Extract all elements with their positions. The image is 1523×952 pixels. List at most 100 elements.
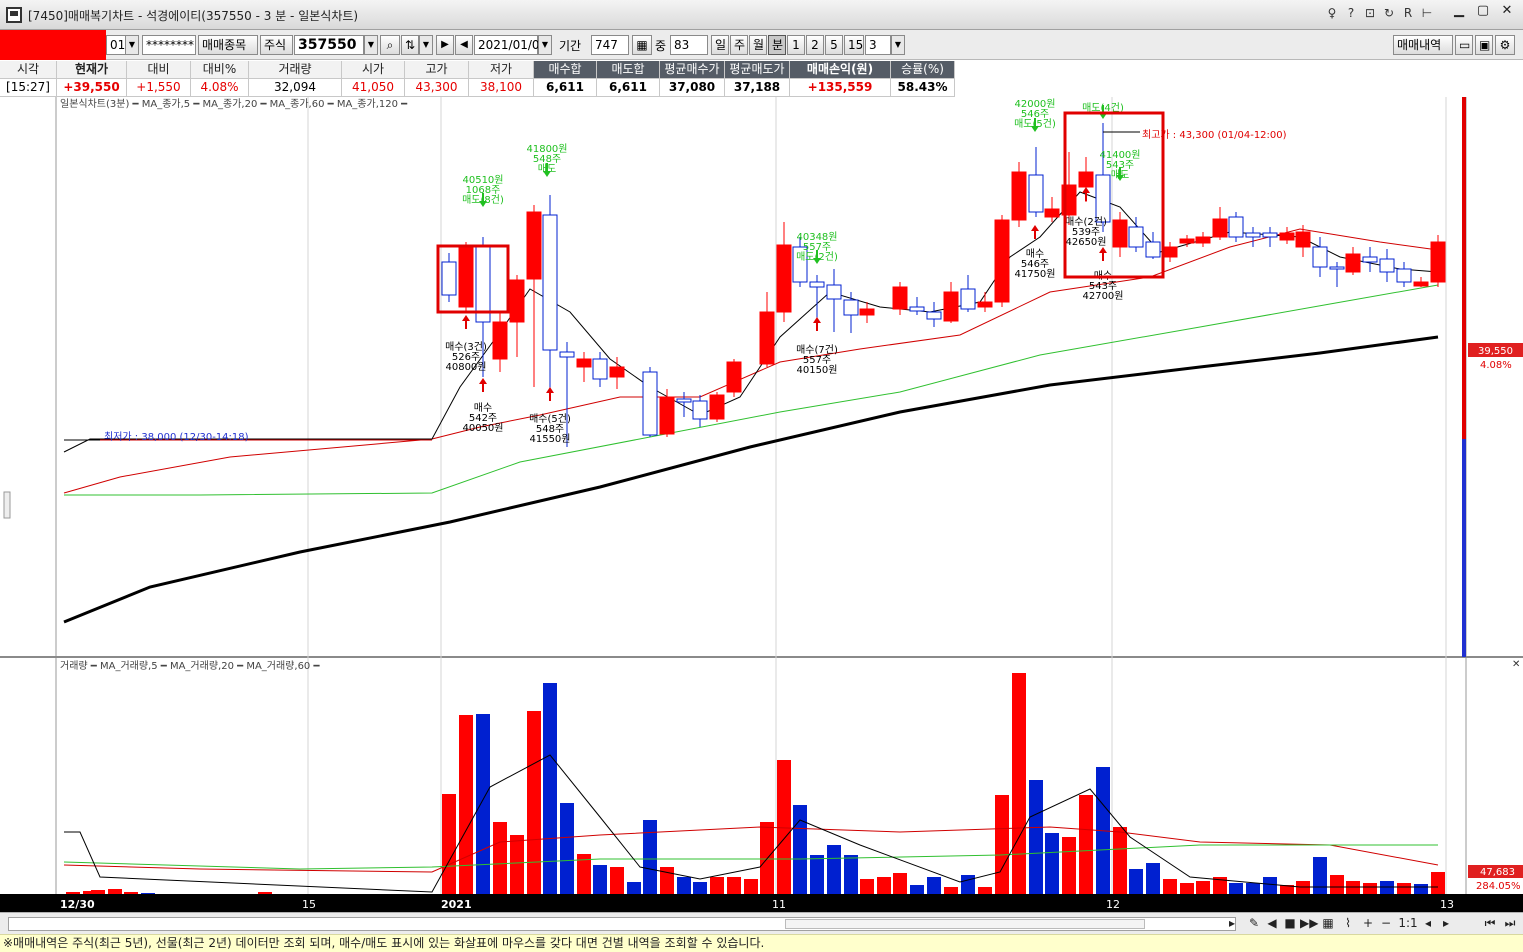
interval-week[interactable]: 주 — [730, 35, 748, 55]
candle-body-14 — [692, 400, 708, 420]
volume-bar-11 — [510, 835, 524, 894]
pin-icon[interactable]: ♀ — [1324, 6, 1340, 20]
winrate-header: 승률(%) — [891, 61, 955, 79]
interval-15[interactable]: 15 — [844, 35, 864, 55]
count-input[interactable]: 83 — [670, 35, 708, 55]
settings-icon[interactable]: ⚙ — [1495, 35, 1515, 55]
winrate-value: 58.43% — [891, 79, 955, 97]
maximize-icon[interactable]: ▢ — [1472, 3, 1494, 21]
next-icon[interactable]: ▶ — [436, 35, 454, 55]
volume-bar-4 — [124, 892, 138, 894]
candle-body-8 — [576, 358, 592, 368]
minute-dropdown[interactable]: ▼ — [891, 35, 905, 55]
minute-select[interactable]: 3 — [865, 35, 891, 55]
volume-bar-55 — [1246, 883, 1260, 894]
candle-body-10 — [609, 366, 625, 378]
volume-value: 32,094 — [249, 79, 342, 97]
interval-day[interactable]: 일 — [711, 35, 729, 55]
calendar-icon[interactable]: ▦ — [632, 35, 652, 55]
scroll-right-end-icon[interactable]: ▸ — [1438, 916, 1454, 930]
last-page-icon[interactable]: ⏭ — [1502, 916, 1518, 931]
candle-body-18 — [776, 244, 792, 313]
volume-bar-41 — [1012, 673, 1026, 894]
price-legend: 일본식차트(3분) ━ MA_종가,5 ━ MA_종가,20 ━ MA_종가,6… — [60, 98, 408, 110]
trade-history-button[interactable]: 매매내역 — [1393, 35, 1453, 55]
trade-items-button[interactable]: 매매종목 — [198, 35, 258, 55]
candle-body-30 — [994, 219, 1010, 303]
date-input[interactable]: 2021/01/04 — [474, 35, 547, 55]
sort-dropdown[interactable]: ▼ — [419, 35, 433, 55]
candle-body-52 — [1362, 256, 1378, 263]
low-value: 38,100 — [469, 79, 534, 97]
password-field[interactable]: ******** — [142, 35, 196, 55]
zoom-ratio[interactable]: 1:1 — [1396, 916, 1420, 930]
minimize-icon[interactable]: ▁ — [1448, 3, 1470, 21]
volume-pane-close-icon[interactable]: ✕ — [1512, 659, 1520, 670]
folder-icon[interactable]: ▭ — [1455, 35, 1473, 55]
market-type-select[interactable]: 주식 — [260, 35, 293, 55]
play-back-icon[interactable]: ◀ — [1264, 916, 1280, 930]
stop-icon[interactable]: ■ — [1282, 916, 1298, 930]
stock-code-dropdown[interactable]: ▼ — [364, 35, 378, 55]
candle-body-39 — [1145, 241, 1161, 258]
split-icon[interactable]: ⊢ — [1419, 6, 1435, 20]
high-header: 고가 — [405, 61, 469, 79]
chart-scrollbar[interactable] — [8, 917, 1236, 931]
volume-bar-40 — [995, 795, 1009, 894]
close-icon[interactable]: ✕ — [1496, 3, 1518, 21]
volume-bar-8 — [459, 715, 473, 894]
side-collapse-handle[interactable] — [3, 491, 11, 519]
candlestick-chart[interactable]: 40510원1068주매도(8건)41800원548주매도40348원557주매… — [0, 97, 1523, 912]
account-suffix[interactable]: 01 — [106, 35, 126, 55]
search-icon[interactable]: ⌕ — [380, 35, 400, 55]
volume-bar-64 — [1397, 883, 1411, 894]
pen-icon[interactable]: ✎ — [1246, 916, 1262, 930]
candle-body-35 — [1078, 171, 1094, 188]
candle-body-4 — [509, 279, 525, 323]
candle-body-7 — [559, 351, 575, 358]
volume-bar-5 — [141, 893, 155, 894]
prev-icon[interactable]: ◀ — [455, 35, 473, 55]
time-header: 시각 — [0, 61, 57, 79]
period-input[interactable]: 747 — [591, 35, 629, 55]
first-page-icon[interactable]: ⏮ — [1482, 916, 1498, 931]
print-icon[interactable]: ⊡ — [1362, 6, 1378, 20]
interval-5[interactable]: 5 — [825, 35, 843, 55]
chart-area[interactable]: 40510원1068주매도(8건)41800원548주매도40348원557주매… — [0, 97, 1523, 912]
save-icon[interactable]: ▣ — [1475, 35, 1493, 55]
scroll-left-icon[interactable]: ◂ — [1420, 916, 1436, 930]
candle-body-32 — [1028, 174, 1044, 213]
r-icon[interactable]: R — [1400, 6, 1416, 20]
candle-body-13 — [676, 398, 692, 403]
avg-buy-value: 37,080 — [660, 79, 725, 97]
interval-1[interactable]: 1 — [787, 35, 805, 55]
scroll-right-icon[interactable]: ▸ — [1224, 916, 1240, 930]
zoom-out-icon[interactable]: − — [1378, 916, 1394, 930]
indicator-icon[interactable]: ⌇ — [1340, 916, 1356, 930]
interval-2[interactable]: 2 — [806, 35, 824, 55]
volume-bar-59 — [1313, 857, 1327, 894]
volume-bar-12 — [527, 711, 541, 894]
date-dropdown[interactable]: ▼ — [538, 35, 552, 55]
x-label-1230: 12/30 — [60, 898, 95, 911]
refresh-icon[interactable]: ↻ — [1381, 6, 1397, 20]
volume-bar-39 — [978, 887, 992, 894]
sell-total-value: 6,611 — [597, 79, 660, 97]
scrollbar-thumb[interactable] — [785, 919, 1145, 929]
volume-bar-36 — [927, 877, 941, 894]
x-label-15: 15 — [302, 898, 316, 911]
zoom-in-icon[interactable]: + — [1360, 916, 1376, 930]
account-dropdown[interactable]: ▼ — [125, 35, 139, 55]
app-icon — [6, 7, 22, 23]
interval-minute[interactable]: 분 — [768, 35, 786, 55]
grid-icon[interactable]: ▦ — [1320, 916, 1336, 930]
sort-icon[interactable]: ⇅ — [401, 35, 419, 55]
price-tag: 39,550 — [1478, 346, 1513, 357]
candle-body-3 — [492, 321, 508, 360]
interval-month[interactable]: 월 — [749, 35, 767, 55]
window-title: [7450]매매복기차트 - 석경에이티(357550 - 3 분 - 일본식차… — [28, 9, 359, 23]
fast-forward-icon[interactable]: ▶▶ — [1300, 916, 1318, 930]
help-icon[interactable]: ? — [1343, 6, 1359, 20]
stock-code-input[interactable]: 357550 — [294, 35, 364, 55]
change-header: 대비 — [127, 61, 191, 79]
